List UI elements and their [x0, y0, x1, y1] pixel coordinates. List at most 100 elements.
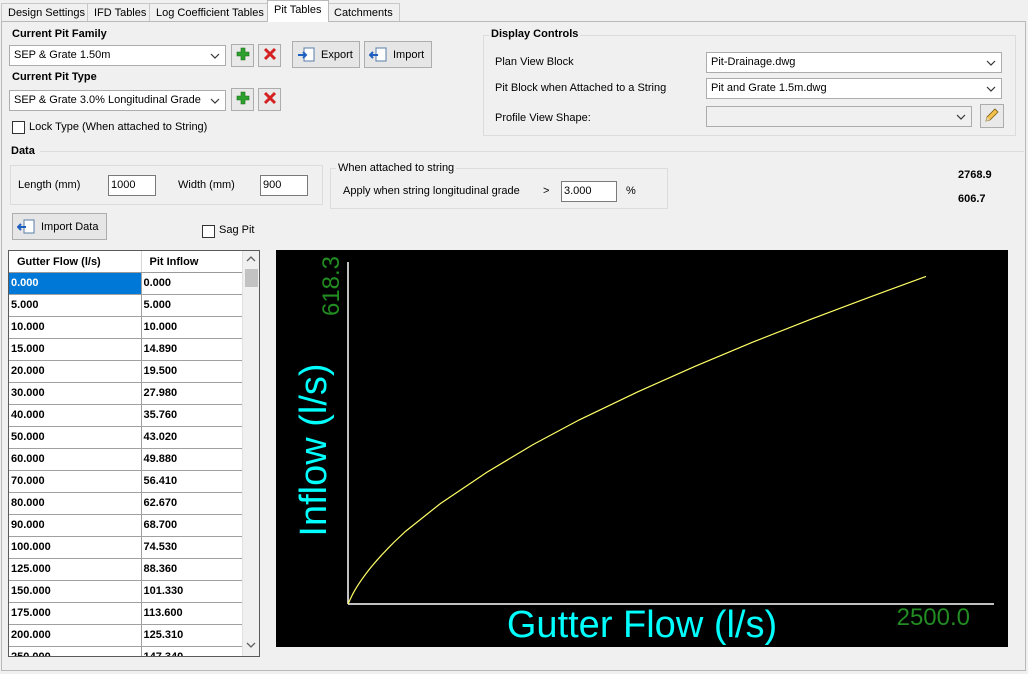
pit-block-select[interactable]: Pit and Grate 1.5m.dwg — [706, 78, 1002, 99]
pit-inflow-cell[interactable]: 0.000 — [141, 272, 243, 295]
grade-input[interactable]: 3.000 — [561, 181, 617, 202]
gutter-flow-cell[interactable]: 30.000 — [9, 382, 142, 405]
gutter-flow-cell[interactable]: 15.000 — [9, 338, 142, 361]
gutter-flow-cell[interactable]: 70.000 — [9, 470, 142, 493]
pit-inflow-cell[interactable]: 74.530 — [141, 536, 243, 559]
gutter-flow-cell[interactable]: 80.000 — [9, 492, 142, 515]
y-axis-label: Inflow (l/s) — [293, 363, 335, 536]
data-title: Data — [11, 145, 35, 157]
gutter-flow-cell[interactable]: 150.000 — [9, 580, 142, 603]
table-row[interactable]: 40.000 35.760 — [9, 404, 243, 427]
table-row[interactable]: 100.000 74.530 — [9, 536, 243, 559]
pit-inflow-cell[interactable]: 147.340 — [141, 646, 243, 656]
edit-profile-shape-button[interactable] — [980, 104, 1004, 128]
add-pit-type-button[interactable] — [231, 88, 254, 111]
pit-inflow-cell[interactable]: 88.360 — [141, 558, 243, 581]
delete-pit-family-button[interactable] — [258, 44, 281, 67]
plan-view-block-select[interactable]: Pit-Drainage.dwg — [706, 52, 1002, 73]
table-row[interactable]: 150.000 101.330 — [9, 580, 243, 603]
gutter-flow-cell[interactable]: 250.000 — [9, 646, 142, 656]
table-row[interactable]: 10.000 10.000 — [9, 316, 243, 339]
display-controls-title: Display Controls — [489, 28, 581, 40]
pit-family-select[interactable]: SEP & Grate 1.50m — [9, 45, 226, 66]
pit-type-select[interactable]: SEP & Grate 3.0% Longitudinal Grade — [9, 90, 226, 111]
tab-log-coefficient-tables[interactable]: Log Coefficient Tables — [149, 3, 271, 22]
inflow-curve — [347, 275, 927, 605]
table-header-gutter-flow[interactable]: Gutter Flow (l/s) — [9, 251, 142, 273]
pit-type-value: SEP & Grate 3.0% Longitudinal Grade — [14, 94, 201, 106]
pit-inflow-cell[interactable]: 43.020 — [141, 426, 243, 449]
table-row[interactable]: 125.000 88.360 — [9, 558, 243, 581]
pit-inflow-cell[interactable]: 68.700 — [141, 514, 243, 537]
pit-inflow-cell[interactable]: 35.760 — [141, 404, 243, 427]
length-input[interactable]: 1000 — [108, 175, 156, 196]
import-data-button[interactable]: Import Data — [12, 213, 107, 240]
inflow-chart[interactable]: Inflow (l/s) Gutter Flow (l/s) 618.3 250… — [276, 250, 1008, 647]
pit-inflow-cell[interactable]: 14.890 — [141, 338, 243, 361]
lock-type-checkbox[interactable] — [12, 121, 25, 134]
pit-inflow-cell[interactable]: 56.410 — [141, 470, 243, 493]
pit-inflow-cell[interactable]: 113.600 — [141, 602, 243, 625]
profile-view-shape-select[interactable] — [706, 106, 972, 127]
export-label: Export — [321, 48, 353, 61]
chevron-down-icon — [954, 110, 968, 124]
chevron-down-icon[interactable] — [246, 640, 256, 652]
pit-block-value: Pit and Grate 1.5m.dwg — [711, 82, 827, 94]
import-data-label: Import Data — [41, 220, 99, 233]
gutter-flow-cell[interactable]: 0.000 — [9, 272, 142, 295]
table-row[interactable]: 20.000 19.500 — [9, 360, 243, 383]
add-pit-family-button[interactable] — [231, 44, 254, 67]
tab-design-settings[interactable]: Design Settings — [1, 3, 93, 22]
pit-family-label: Current Pit Family — [12, 28, 107, 40]
pit-inflow-cell[interactable]: 125.310 — [141, 624, 243, 647]
gutter-flow-cell[interactable]: 60.000 — [9, 448, 142, 471]
table-row[interactable]: 50.000 43.020 — [9, 426, 243, 449]
table-row[interactable]: 80.000 62.670 — [9, 492, 243, 515]
chevron-up-icon[interactable] — [246, 254, 256, 266]
table-row[interactable]: 175.000 113.600 — [9, 602, 243, 625]
gutter-flow-cell[interactable]: 90.000 — [9, 514, 142, 537]
pit-inflow-cell[interactable]: 62.670 — [141, 492, 243, 515]
cursor-y-readout: 606.7 — [958, 193, 986, 205]
table-scrollbar[interactable] — [242, 251, 259, 656]
pit-inflow-cell[interactable]: 10.000 — [141, 316, 243, 339]
pit-inflow-cell[interactable]: 19.500 — [141, 360, 243, 383]
width-input[interactable]: 900 — [260, 175, 308, 196]
pit-block-label: Pit Block when Attached to a String — [495, 82, 667, 94]
pit-inflow-cell[interactable]: 27.980 — [141, 382, 243, 405]
pit-inflow-cell[interactable]: 49.880 — [141, 448, 243, 471]
table-header-pit-inflow[interactable]: Pit Inflow — [141, 251, 243, 273]
table-row[interactable]: 30.000 27.980 — [9, 382, 243, 405]
gutter-flow-cell[interactable]: 200.000 — [9, 624, 142, 647]
gutter-flow-cell[interactable]: 10.000 — [9, 316, 142, 339]
sag-pit-checkbox[interactable] — [202, 225, 215, 238]
pit-family-value: SEP & Grate 1.50m — [14, 49, 111, 61]
pit-inflow-cell[interactable]: 5.000 — [141, 294, 243, 317]
scrollbar-thumb[interactable] — [245, 269, 258, 287]
gutter-flow-cell[interactable]: 40.000 — [9, 404, 142, 427]
tab-ifd-tables[interactable]: IFD Tables — [87, 3, 154, 22]
plan-view-block-label: Plan View Block — [495, 56, 574, 68]
gutter-flow-cell[interactable]: 125.000 — [9, 558, 142, 581]
gutter-flow-cell[interactable]: 20.000 — [9, 360, 142, 383]
import-button[interactable]: Import — [364, 41, 432, 68]
table-row[interactable]: 15.000 14.890 — [9, 338, 243, 361]
table-row[interactable]: 250.000 147.340 — [9, 646, 243, 656]
gutter-flow-cell[interactable]: 175.000 — [9, 602, 142, 625]
pit-inflow-cell[interactable]: 101.330 — [141, 580, 243, 603]
table-row[interactable]: 200.000 125.310 — [9, 624, 243, 647]
table-row[interactable]: 60.000 49.880 — [9, 448, 243, 471]
table-row[interactable]: 70.000 56.410 — [9, 470, 243, 493]
gutter-flow-cell[interactable]: 50.000 — [9, 426, 142, 449]
tab-catchments[interactable]: Catchments — [327, 3, 400, 22]
tab-pit-tables[interactable]: Pit Tables — [267, 0, 329, 22]
chevron-down-icon — [208, 94, 222, 108]
gutter-flow-cell[interactable]: 100.000 — [9, 536, 142, 559]
table-row[interactable]: 0.000 0.000 — [9, 272, 243, 295]
gutter-flow-cell[interactable]: 5.000 — [9, 294, 142, 317]
delete-pit-type-button[interactable] — [258, 88, 281, 111]
table-row[interactable]: 90.000 68.700 — [9, 514, 243, 537]
pencil-icon — [984, 107, 1000, 126]
table-row[interactable]: 5.000 5.000 — [9, 294, 243, 317]
export-button[interactable]: Export — [292, 41, 360, 68]
